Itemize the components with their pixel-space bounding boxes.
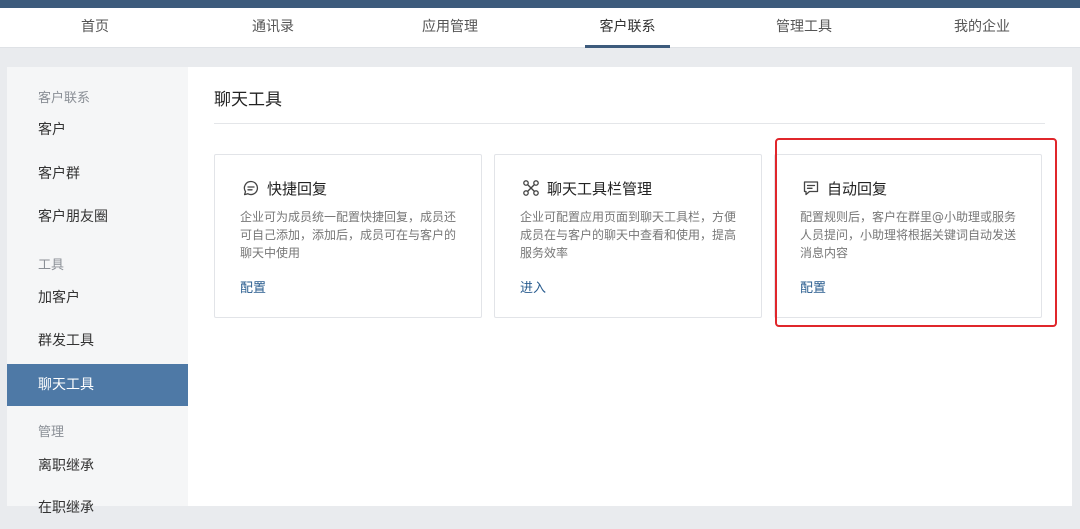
- sidebar-item-resign-inherit[interactable]: 离职继承: [7, 445, 188, 487]
- nav-customer-contact[interactable]: 客户联系: [585, 8, 670, 48]
- card-title: 快捷回复: [267, 179, 328, 198]
- sidebar-section-manage: 管理: [38, 425, 65, 440]
- nav-contacts[interactable]: 通讯录: [236, 8, 310, 48]
- page-title: 聊天工具: [214, 90, 282, 110]
- sidebar-item-group-send[interactable]: 群发工具: [7, 320, 188, 362]
- enter-link[interactable]: 进入: [520, 277, 546, 296]
- message-box-icon: [803, 181, 819, 196]
- configure-link[interactable]: 配置: [800, 277, 826, 296]
- title-divider: [214, 123, 1045, 124]
- sidebar-item-add-customer[interactable]: 加客户: [7, 277, 188, 319]
- nav-management-tools[interactable]: 管理工具: [767, 8, 841, 48]
- sidebar-item-onjob-inherit[interactable]: 在职继承: [7, 487, 188, 529]
- sidebar: 客户联系 客户 客户群 客户朋友圈 工具 加客户 群发工具 聊天工具 管理 离职…: [7, 67, 188, 516]
- chat-bubble-icon: [243, 180, 259, 196]
- card-header: 快捷回复: [242, 177, 327, 199]
- card-title: 自动回复: [827, 179, 888, 198]
- sidebar-section-tools: 工具: [38, 258, 65, 273]
- sidebar-item-customer[interactable]: 客户: [7, 109, 188, 151]
- card-header: 聊天工具栏管理: [522, 177, 652, 199]
- sidebar-section-customer: 客户联系: [38, 91, 91, 106]
- sidebar-item-chat-tools[interactable]: 聊天工具: [7, 364, 188, 406]
- main-panel: 聊天工具 快捷回复 企业可为成员统一配置快捷回复，成员还可自己添加，添加后，成员…: [188, 67, 1072, 506]
- quick-reply-card: 快捷回复 企业可为成员统一配置快捷回复，成员还可自己添加，添加后，成员可在与客户…: [214, 154, 482, 318]
- nav-my-company[interactable]: 我的企业: [945, 8, 1019, 48]
- auto-reply-card: 自动回复 配置规则后，客户在群里@小助理或服务人员提问，小助理将根据关键词自动发…: [774, 154, 1042, 318]
- top-bar: [0, 0, 1080, 8]
- sidebar-item-customer-group[interactable]: 客户群: [7, 153, 188, 195]
- configure-link[interactable]: 配置: [240, 277, 266, 296]
- top-nav: 首页 通讯录 应用管理 客户联系 管理工具 我的企业: [0, 8, 1080, 48]
- nav-home[interactable]: 首页: [60, 8, 130, 48]
- card-header: 自动回复: [802, 177, 887, 199]
- chat-toolbar-card: 聊天工具栏管理 企业可配置应用页面到聊天工具栏，方便成员在与客户的聊天中查看和使…: [494, 154, 762, 318]
- card-title: 聊天工具栏管理: [547, 179, 653, 198]
- card-description: 企业可配置应用页面到聊天工具栏，方便成员在与客户的聊天中查看和使用，提高服务效率: [520, 210, 737, 260]
- tools-grid-icon: [523, 180, 539, 196]
- card-description: 配置规则后，客户在群里@小助理或服务人员提问，小助理将根据关键词自动发送消息内容: [800, 210, 1017, 260]
- nav-app-management[interactable]: 应用管理: [414, 8, 486, 48]
- card-description: 企业可为成员统一配置快捷回复，成员还可自己添加，添加后，成员可在与客户的聊天中使…: [240, 210, 457, 260]
- sidebar-item-moments[interactable]: 客户朋友圈: [7, 196, 188, 238]
